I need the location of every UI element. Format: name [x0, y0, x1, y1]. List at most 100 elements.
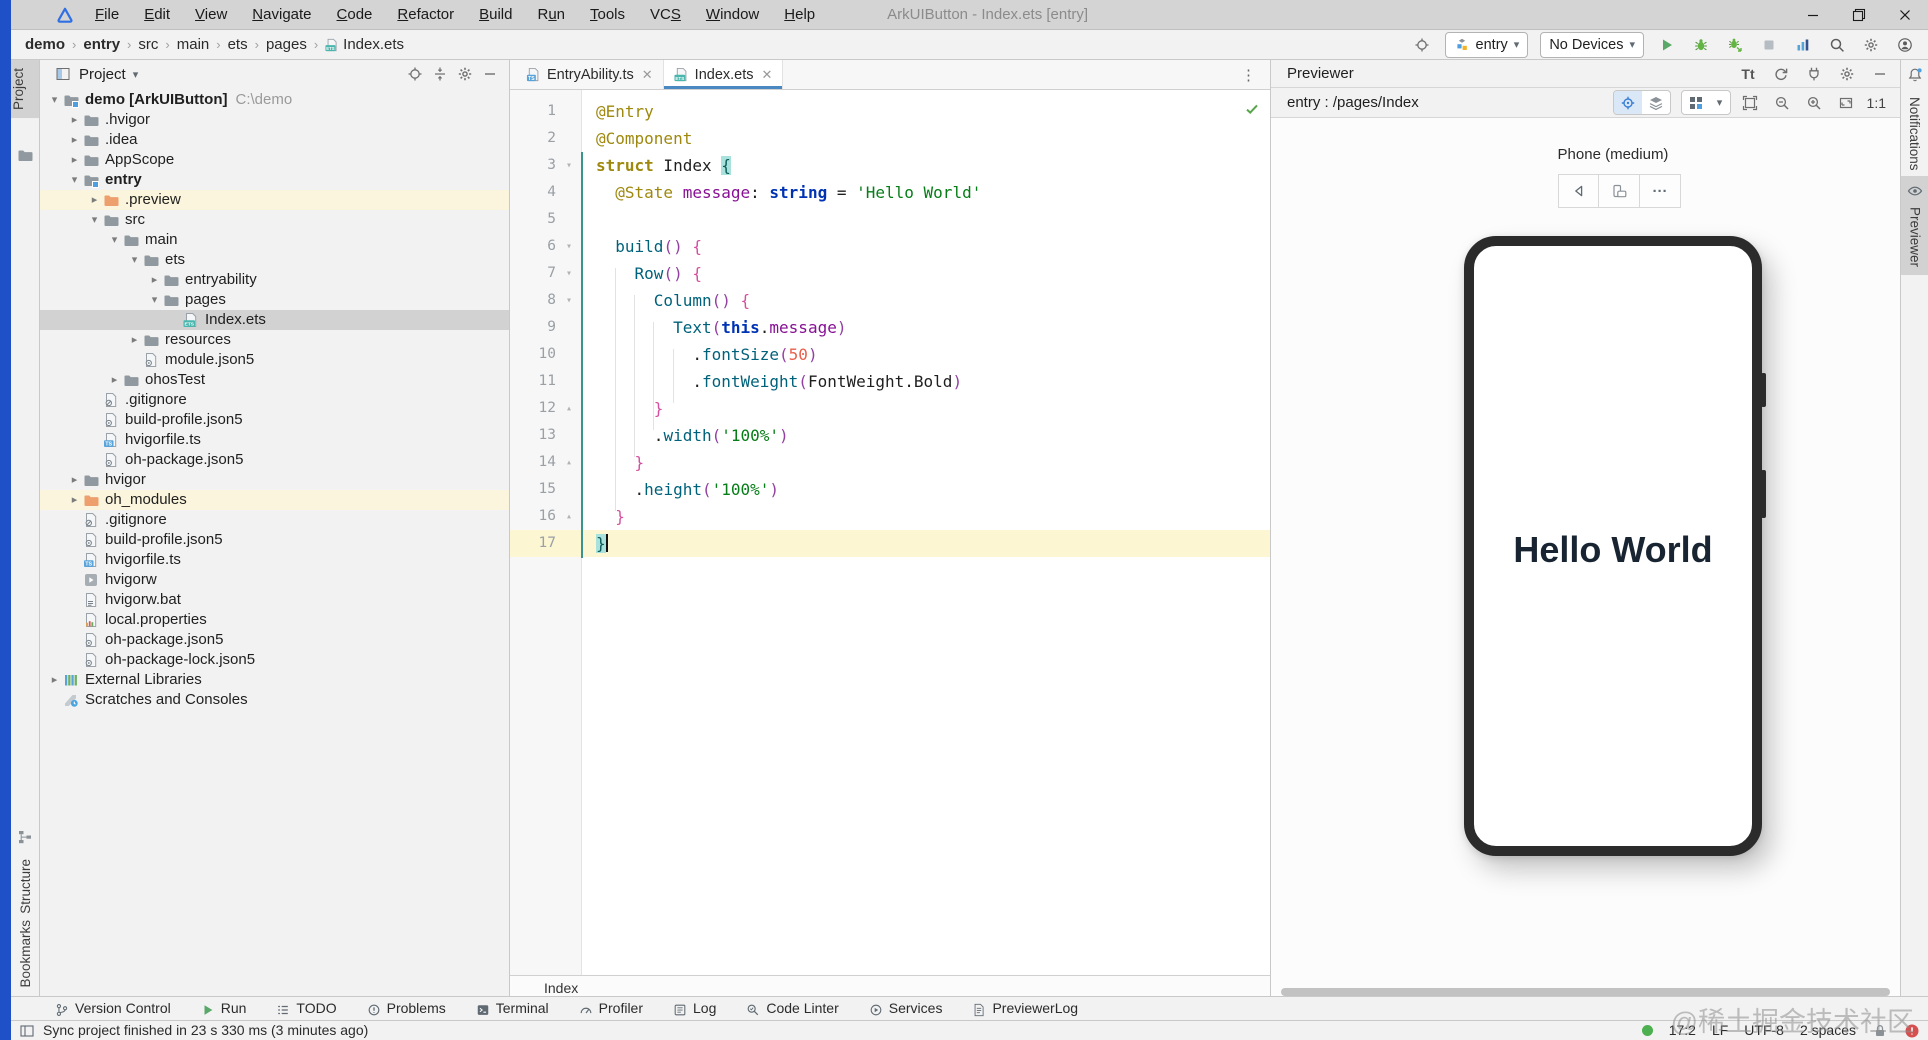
run-button[interactable]	[1656, 34, 1678, 56]
tree-item-ets[interactable]: ▾ ets	[40, 250, 509, 270]
breadcrumb-demo[interactable]: demo	[25, 36, 65, 53]
tree-item-external-libraries[interactable]: ▸ External Libraries	[40, 670, 509, 690]
code-line-1[interactable]: 1 @Entry	[510, 98, 1270, 125]
menu-run[interactable]: Run	[537, 6, 565, 23]
tree-item-hvigor[interactable]: ▸ hvigor	[40, 470, 509, 490]
tree-item-pages[interactable]: ▾ pages	[40, 290, 509, 310]
breadcrumb-src[interactable]: src	[138, 36, 158, 53]
component-inspect-icon[interactable]	[1613, 91, 1642, 114]
tree-chevron-icon[interactable]: ▾	[46, 90, 63, 110]
zoom-in-icon[interactable]	[1801, 91, 1827, 115]
tree-item-local-properties[interactable]: local.properties	[40, 610, 509, 630]
text-size-icon[interactable]: Tt	[1738, 66, 1758, 82]
device-select[interactable]: No Devices ▾	[1540, 31, 1644, 58]
tree-item-entryability[interactable]: ▸ entryability	[40, 270, 509, 290]
search-icon[interactable]	[1826, 34, 1848, 56]
tree-item-scratches-and-consoles[interactable]: Scratches and Consoles	[40, 690, 509, 710]
tree-item-appscope[interactable]: ▸ AppScope	[40, 150, 509, 170]
chevron-down-icon[interactable]: ▾	[1710, 91, 1730, 114]
tree-item-hvigorw-bat[interactable]: hvigorw.bat	[40, 590, 509, 610]
back-icon[interactable]	[1558, 174, 1599, 208]
chevron-down-icon[interactable]: ▾	[133, 68, 139, 81]
account-avatar-icon[interactable]	[1894, 34, 1916, 56]
tree-item--idea[interactable]: ▸ .idea	[40, 130, 509, 150]
tree-item--preview[interactable]: ▸ .preview	[40, 190, 509, 210]
refresh-icon[interactable]	[1771, 66, 1791, 82]
code-line-9[interactable]: 9 Text(this.message)	[510, 314, 1270, 341]
tree-item--gitignore[interactable]: .gitignore	[40, 510, 509, 530]
tree-chevron-icon[interactable]: ▸	[46, 670, 63, 690]
breadcrumb-ets[interactable]: ets	[228, 36, 248, 53]
attach-debugger-button[interactable]	[1724, 34, 1746, 56]
tool-window-terminal[interactable]: Terminal	[476, 1000, 549, 1016]
menu-tools[interactable]: Tools	[590, 6, 625, 23]
tab-notifications-stripe[interactable]: Notifications	[1901, 66, 1928, 179]
breadcrumb-entry[interactable]: entry	[83, 36, 120, 53]
tool-window-code-linter[interactable]: Code Linter	[746, 1000, 839, 1016]
tab-structure-stripe[interactable]: Structure	[11, 828, 39, 922]
locate-icon[interactable]	[1411, 34, 1433, 56]
breadcrumb-index-ets[interactable]: ETS Index.ets	[325, 36, 404, 53]
tree-chevron-icon[interactable]: ▸	[66, 470, 83, 490]
menu-navigate[interactable]: Navigate	[252, 6, 311, 23]
fold-marker-icon[interactable]: ▴	[556, 503, 582, 530]
tree-item-src[interactable]: ▾ src	[40, 210, 509, 230]
tool-window-run[interactable]: Run	[201, 1000, 246, 1016]
menu-edit[interactable]: Edit	[144, 6, 170, 23]
settings-gear-icon[interactable]	[1860, 34, 1882, 56]
code-line-5[interactable]: 5	[510, 206, 1270, 233]
profiler-button[interactable]	[1792, 34, 1814, 56]
tree-chevron-icon[interactable]: ▾	[106, 230, 123, 250]
tree-chevron-icon[interactable]: ▸	[146, 270, 163, 290]
tree-item-demo-arkuibutton-[interactable]: ▾ demo [ArkUIButton] C:\demo	[40, 90, 509, 110]
tree-chevron-icon[interactable]: ▸	[66, 110, 83, 130]
zoom-out-icon[interactable]	[1769, 91, 1795, 115]
previewer-settings-gear-icon[interactable]	[1837, 66, 1857, 82]
tree-chevron-icon[interactable]: ▸	[66, 150, 83, 170]
code-line-10[interactable]: 10 .fontSize(50)	[510, 341, 1270, 368]
tool-window-profiler[interactable]: Profiler	[579, 1000, 643, 1016]
fold-marker-icon[interactable]: ▾	[556, 287, 582, 314]
tree-item-oh-package-json5[interactable]: oh-package.json5	[40, 630, 509, 650]
menu-window[interactable]: Window	[706, 6, 759, 23]
menu-view[interactable]: View	[195, 6, 227, 23]
tool-window-log[interactable]: Log	[673, 1000, 716, 1016]
tree-item-build-profile-json5[interactable]: build-profile.json5	[40, 530, 509, 550]
tree-item-oh-package-lock-json5[interactable]: oh-package-lock.json5	[40, 650, 509, 670]
hide-panel-icon[interactable]	[481, 65, 499, 83]
code-line-6[interactable]: 6 ▾ build() {	[510, 233, 1270, 260]
tree-item-entry[interactable]: ▾ entry	[40, 170, 509, 190]
tree-item--gitignore[interactable]: .gitignore	[40, 390, 509, 410]
menu-refactor[interactable]: Refactor	[397, 6, 454, 23]
tool-window-problems[interactable]: Problems	[367, 1000, 446, 1016]
plug-icon[interactable]	[1804, 66, 1824, 82]
menu-file[interactable]: File	[95, 6, 119, 23]
hide-previewer-icon[interactable]	[1870, 66, 1890, 82]
breadcrumb-pages[interactable]: pages	[266, 36, 307, 53]
frame-bounds-icon[interactable]	[1737, 91, 1763, 115]
close-icon[interactable]: ✕	[642, 67, 653, 83]
rotate-icon[interactable]	[1599, 174, 1640, 208]
fold-marker-icon[interactable]: ▾	[556, 233, 582, 260]
tree-chevron-icon[interactable]: ▸	[126, 330, 143, 350]
fold-marker-icon[interactable]: ▾	[556, 152, 582, 179]
fit-to-screen-icon[interactable]	[1833, 91, 1859, 115]
code-line-7[interactable]: 7 ▾ Row() {	[510, 260, 1270, 287]
tool-window-todo[interactable]: TODO	[276, 1000, 337, 1016]
tab-project-stripe[interactable]: Project	[11, 60, 39, 119]
module-select[interactable]: entry ▾	[1444, 31, 1529, 58]
editor-breadcrumb-item[interactable]: Index	[544, 980, 578, 996]
tree-item-hvigorfile-ts[interactable]: TS hvigorfile.ts	[40, 430, 509, 450]
tool-window-version-control[interactable]: Version Control	[55, 1000, 171, 1016]
tree-item-hvigorfile-ts[interactable]: TS hvigorfile.ts	[40, 550, 509, 570]
fold-marker-icon[interactable]: ▾	[556, 260, 582, 287]
fold-marker-icon[interactable]: ▴	[556, 395, 582, 422]
grid-view-icon[interactable]	[1682, 91, 1710, 114]
tool-window-previewerlog[interactable]: PreviewerLog	[972, 1000, 1078, 1016]
breadcrumb-main[interactable]: main	[177, 36, 210, 53]
code-line-17[interactable]: 17}	[510, 530, 1270, 557]
code-line-16[interactable]: 16 ▴ }	[510, 503, 1270, 530]
tree-item-oh-package-json5[interactable]: oh-package.json5	[40, 450, 509, 470]
tree-item--hvigor[interactable]: ▸ .hvigor	[40, 110, 509, 130]
minimize-button[interactable]	[1790, 0, 1836, 30]
